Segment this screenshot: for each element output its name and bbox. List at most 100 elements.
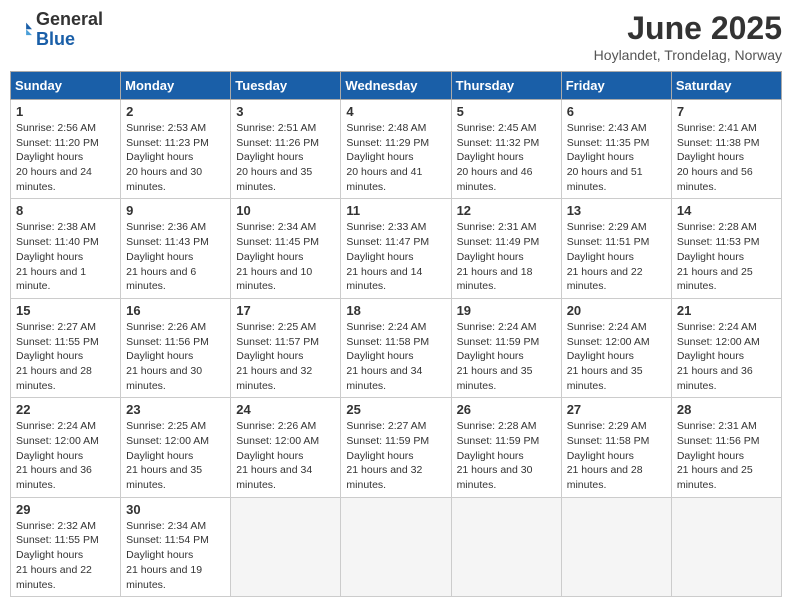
header-sunday: Sunday: [11, 72, 121, 100]
day-info: Sunrise: 2:24 AM Sunset: 12:00 AM Daylig…: [16, 419, 115, 492]
day-info: Sunrise: 2:26 AM Sunset: 11:56 PM Daylig…: [126, 320, 225, 393]
day-info: Sunrise: 2:51 AM Sunset: 11:26 PM Daylig…: [236, 121, 335, 194]
calendar-cell: 2 Sunrise: 2:53 AM Sunset: 11:23 PM Dayl…: [121, 100, 231, 199]
calendar-cell: 3 Sunrise: 2:51 AM Sunset: 11:26 PM Dayl…: [231, 100, 341, 199]
day-info: Sunrise: 2:26 AM Sunset: 12:00 AM Daylig…: [236, 419, 335, 492]
calendar-week-row: 1 Sunrise: 2:56 AM Sunset: 11:20 PM Dayl…: [11, 100, 782, 199]
day-number: 2: [126, 104, 225, 119]
calendar-cell: 23 Sunrise: 2:25 AM Sunset: 12:00 AM Day…: [121, 398, 231, 497]
calendar-cell: 30 Sunrise: 2:34 AM Sunset: 11:54 PM Day…: [121, 497, 231, 596]
day-number: 16: [126, 303, 225, 318]
calendar-cell: 29 Sunrise: 2:32 AM Sunset: 11:55 PM Day…: [11, 497, 121, 596]
calendar-title: June 2025: [594, 10, 782, 47]
day-number: 25: [346, 402, 445, 417]
calendar-cell: [451, 497, 561, 596]
calendar-cell: 15 Sunrise: 2:27 AM Sunset: 11:55 PM Day…: [11, 298, 121, 397]
day-info: Sunrise: 2:29 AM Sunset: 11:51 PM Daylig…: [567, 220, 666, 293]
weekday-header-row: Sunday Monday Tuesday Wednesday Thursday…: [11, 72, 782, 100]
calendar-week-row: 22 Sunrise: 2:24 AM Sunset: 12:00 AM Day…: [11, 398, 782, 497]
day-info: Sunrise: 2:53 AM Sunset: 11:23 PM Daylig…: [126, 121, 225, 194]
day-info: Sunrise: 2:27 AM Sunset: 11:55 PM Daylig…: [16, 320, 115, 393]
calendar-cell: 26 Sunrise: 2:28 AM Sunset: 11:59 PM Day…: [451, 398, 561, 497]
calendar-subtitle: Hoylandet, Trondelag, Norway: [594, 47, 782, 63]
calendar-week-row: 29 Sunrise: 2:32 AM Sunset: 11:55 PM Day…: [11, 497, 782, 596]
day-info: Sunrise: 2:34 AM Sunset: 11:45 PM Daylig…: [236, 220, 335, 293]
day-number: 30: [126, 502, 225, 517]
calendar-cell: 12 Sunrise: 2:31 AM Sunset: 11:49 PM Day…: [451, 199, 561, 298]
calendar-cell: 28 Sunrise: 2:31 AM Sunset: 11:56 PM Day…: [671, 398, 781, 497]
calendar-cell: [671, 497, 781, 596]
calendar-cell: 18 Sunrise: 2:24 AM Sunset: 11:58 PM Day…: [341, 298, 451, 397]
logo-general: General: [36, 9, 103, 29]
day-number: 14: [677, 203, 776, 218]
day-info: Sunrise: 2:38 AM Sunset: 11:40 PM Daylig…: [16, 220, 115, 293]
day-number: 21: [677, 303, 776, 318]
day-info: Sunrise: 2:24 AM Sunset: 11:59 PM Daylig…: [457, 320, 556, 393]
day-number: 3: [236, 104, 335, 119]
day-number: 1: [16, 104, 115, 119]
calendar-cell: [341, 497, 451, 596]
calendar-cell: [231, 497, 341, 596]
day-number: 11: [346, 203, 445, 218]
day-number: 8: [16, 203, 115, 218]
day-number: 13: [567, 203, 666, 218]
calendar-cell: 20 Sunrise: 2:24 AM Sunset: 12:00 AM Day…: [561, 298, 671, 397]
header-friday: Friday: [561, 72, 671, 100]
day-info: Sunrise: 2:32 AM Sunset: 11:55 PM Daylig…: [16, 519, 115, 592]
day-info: Sunrise: 2:31 AM Sunset: 11:49 PM Daylig…: [457, 220, 556, 293]
day-number: 15: [16, 303, 115, 318]
day-number: 10: [236, 203, 335, 218]
calendar-cell: 10 Sunrise: 2:34 AM Sunset: 11:45 PM Day…: [231, 199, 341, 298]
calendar-week-row: 15 Sunrise: 2:27 AM Sunset: 11:55 PM Day…: [11, 298, 782, 397]
logo-icon: [10, 19, 32, 41]
day-info: Sunrise: 2:31 AM Sunset: 11:56 PM Daylig…: [677, 419, 776, 492]
logo: General Blue: [10, 10, 103, 50]
calendar-cell: 24 Sunrise: 2:26 AM Sunset: 12:00 AM Day…: [231, 398, 341, 497]
day-info: Sunrise: 2:48 AM Sunset: 11:29 PM Daylig…: [346, 121, 445, 194]
calendar-cell: 14 Sunrise: 2:28 AM Sunset: 11:53 PM Day…: [671, 199, 781, 298]
calendar-cell: 13 Sunrise: 2:29 AM Sunset: 11:51 PM Day…: [561, 199, 671, 298]
day-info: Sunrise: 2:36 AM Sunset: 11:43 PM Daylig…: [126, 220, 225, 293]
day-number: 22: [16, 402, 115, 417]
header-tuesday: Tuesday: [231, 72, 341, 100]
calendar-cell: 1 Sunrise: 2:56 AM Sunset: 11:20 PM Dayl…: [11, 100, 121, 199]
calendar-cell: 4 Sunrise: 2:48 AM Sunset: 11:29 PM Dayl…: [341, 100, 451, 199]
calendar-cell: 16 Sunrise: 2:26 AM Sunset: 11:56 PM Day…: [121, 298, 231, 397]
title-section: June 2025 Hoylandet, Trondelag, Norway: [594, 10, 782, 63]
page-header: General Blue June 2025 Hoylandet, Tronde…: [10, 10, 782, 63]
day-number: 12: [457, 203, 556, 218]
logo-text: General Blue: [36, 10, 103, 50]
day-info: Sunrise: 2:29 AM Sunset: 11:58 PM Daylig…: [567, 419, 666, 492]
header-thursday: Thursday: [451, 72, 561, 100]
calendar-cell: 22 Sunrise: 2:24 AM Sunset: 12:00 AM Day…: [11, 398, 121, 497]
day-number: 7: [677, 104, 776, 119]
day-number: 28: [677, 402, 776, 417]
calendar-cell: 19 Sunrise: 2:24 AM Sunset: 11:59 PM Day…: [451, 298, 561, 397]
day-number: 4: [346, 104, 445, 119]
day-number: 18: [346, 303, 445, 318]
day-info: Sunrise: 2:41 AM Sunset: 11:38 PM Daylig…: [677, 121, 776, 194]
calendar-week-row: 8 Sunrise: 2:38 AM Sunset: 11:40 PM Dayl…: [11, 199, 782, 298]
day-info: Sunrise: 2:25 AM Sunset: 12:00 AM Daylig…: [126, 419, 225, 492]
header-wednesday: Wednesday: [341, 72, 451, 100]
day-number: 23: [126, 402, 225, 417]
calendar-cell: 6 Sunrise: 2:43 AM Sunset: 11:35 PM Dayl…: [561, 100, 671, 199]
logo-blue: Blue: [36, 29, 75, 49]
day-number: 26: [457, 402, 556, 417]
day-info: Sunrise: 2:24 AM Sunset: 11:58 PM Daylig…: [346, 320, 445, 393]
day-info: Sunrise: 2:24 AM Sunset: 12:00 AM Daylig…: [567, 320, 666, 393]
calendar-cell: 8 Sunrise: 2:38 AM Sunset: 11:40 PM Dayl…: [11, 199, 121, 298]
calendar-cell: 7 Sunrise: 2:41 AM Sunset: 11:38 PM Dayl…: [671, 100, 781, 199]
day-info: Sunrise: 2:45 AM Sunset: 11:32 PM Daylig…: [457, 121, 556, 194]
day-info: Sunrise: 2:56 AM Sunset: 11:20 PM Daylig…: [16, 121, 115, 194]
day-info: Sunrise: 2:28 AM Sunset: 11:59 PM Daylig…: [457, 419, 556, 492]
header-saturday: Saturday: [671, 72, 781, 100]
calendar-table: Sunday Monday Tuesday Wednesday Thursday…: [10, 71, 782, 597]
day-number: 5: [457, 104, 556, 119]
day-info: Sunrise: 2:27 AM Sunset: 11:59 PM Daylig…: [346, 419, 445, 492]
day-number: 20: [567, 303, 666, 318]
day-info: Sunrise: 2:33 AM Sunset: 11:47 PM Daylig…: [346, 220, 445, 293]
calendar-cell: 5 Sunrise: 2:45 AM Sunset: 11:32 PM Dayl…: [451, 100, 561, 199]
day-info: Sunrise: 2:43 AM Sunset: 11:35 PM Daylig…: [567, 121, 666, 194]
calendar-cell: 9 Sunrise: 2:36 AM Sunset: 11:43 PM Dayl…: [121, 199, 231, 298]
